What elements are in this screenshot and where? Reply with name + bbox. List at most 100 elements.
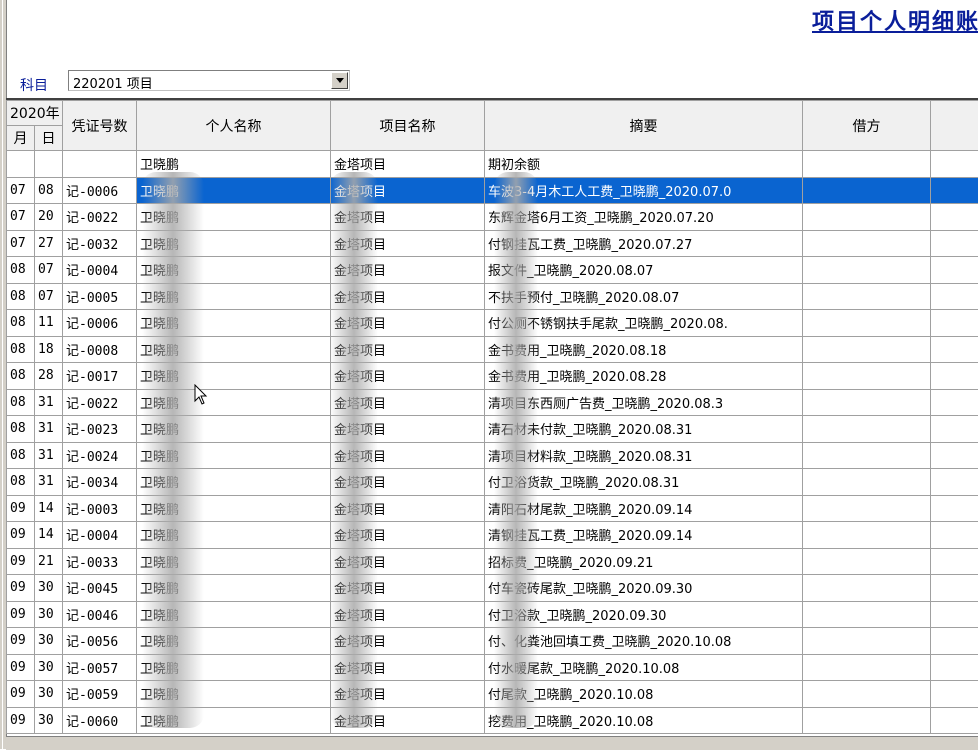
cell-month: 08 [7, 469, 35, 496]
table-row[interactable]: 0708记-0006卫晓鹏金塔项目车波3-4月木工人工费_卫晓鹏_2020.07… [7, 177, 978, 204]
table-row[interactable]: 0930记-0056卫晓鹏金塔项目付、化粪池回填工费_卫晓鹏_2020.10.0… [7, 628, 978, 655]
cell-project: 金塔项目 [331, 283, 485, 310]
cell-summary: 金书费用_卫晓鹏_2020.08.28 [485, 363, 803, 390]
subject-select[interactable]: 220201 项目 [68, 70, 350, 91]
cell-month: 09 [7, 707, 35, 734]
cell-month: 09 [7, 495, 35, 522]
cell-next [931, 416, 978, 443]
cell-next [931, 442, 978, 469]
cell-day: 11 [35, 310, 63, 337]
column-header-month[interactable]: 月 [7, 126, 35, 151]
cell-month: 08 [7, 257, 35, 284]
table-row[interactable]: 0831记-0034卫晓鹏金塔项目付卫浴货款_卫晓鹏_2020.08.31 [7, 469, 978, 496]
cell-month: 07 [7, 204, 35, 231]
cell-project: 金塔项目 [331, 336, 485, 363]
cell-day: 07 [35, 283, 63, 310]
column-header-next[interactable] [931, 101, 978, 151]
table-row[interactable]: 0818记-0008卫晓鹏金塔项目金书费用_卫晓鹏_2020.08.18 [7, 336, 978, 363]
cell-month: 09 [7, 601, 35, 628]
cell-voucher: 记-0008 [63, 336, 137, 363]
table-row[interactable]: 0831记-0022卫晓鹏金塔项目清项目东西厕广告费_卫晓鹏_2020.08.3 [7, 389, 978, 416]
table-row[interactable]: 0930记-0059卫晓鹏金塔项目付尾款_卫晓鹏_2020.10.08 [7, 681, 978, 708]
cell-next [931, 257, 978, 284]
cell-summary: 付、化粪池回填工费_卫晓鹏_2020.10.08 [485, 628, 803, 655]
cell-next [931, 177, 978, 204]
cell-next [931, 522, 978, 549]
cell-person: 卫晓鹏 [137, 575, 331, 602]
table-row[interactable]: 0811记-0006卫晓鹏金塔项目付公厕不锈钢扶手尾款_卫晓鹏_2020.08. [7, 310, 978, 337]
ledger-grid[interactable]: 2020年 凭证号数 个人名称 项目名称 摘要 借方 月 日 卫晓鹏 金塔项目 … [6, 98, 978, 738]
table-row[interactable]: 0930记-0057卫晓鹏金塔项目付水暖尾款_卫晓鹏_2020.10.08 [7, 654, 978, 681]
ledger-table: 2020年 凭证号数 个人名称 项目名称 摘要 借方 月 日 卫晓鹏 金塔项目 … [6, 100, 978, 734]
table-row[interactable]: 0930记-0046卫晓鹏金塔项目付卫浴款_卫晓鹏_2020.09.30 [7, 601, 978, 628]
table-row[interactable]: 0807记-0005卫晓鹏金塔项目不扶手预付_卫晓鹏_2020.08.07 [7, 283, 978, 310]
column-header-project[interactable]: 项目名称 [331, 101, 485, 151]
cell-voucher: 记-0024 [63, 442, 137, 469]
table-row[interactable]: 0930记-0060卫晓鹏金塔项目挖费用_卫晓鹏_2020.10.08 [7, 707, 978, 734]
cell-person: 卫晓鹏 [137, 548, 331, 575]
column-header-debit[interactable]: 借方 [803, 101, 931, 151]
column-header-voucher[interactable]: 凭证号数 [63, 101, 137, 151]
cell-person: 卫晓鹏 [137, 654, 331, 681]
table-row[interactable]: 0828记-0017卫晓鹏金塔项目金书费用_卫晓鹏_2020.08.28 [7, 363, 978, 390]
opening-summary: 期初余额 [485, 151, 803, 178]
cell-debit [803, 257, 931, 284]
cell-voucher: 记-0004 [63, 257, 137, 284]
table-row[interactable]: 0831记-0023卫晓鹏金塔项目清石材未付款_卫晓鹏_2020.08.31 [7, 416, 978, 443]
cell-person: 卫晓鹏 [137, 681, 331, 708]
cell-voucher: 记-0006 [63, 310, 137, 337]
cell-debit [803, 283, 931, 310]
cell-project: 金塔项目 [331, 204, 485, 231]
table-row[interactable]: 0914记-0003卫晓鹏金塔项目清阳石材尾款_卫晓鹏_2020.09.14 [7, 495, 978, 522]
table-row[interactable]: 0914记-0004卫晓鹏金塔项目清钢挂瓦工费_卫晓鹏_2020.09.14 [7, 522, 978, 549]
column-header-person[interactable]: 个人名称 [137, 101, 331, 151]
cell-summary: 车波3-4月木工人工费_卫晓鹏_2020.07.0 [485, 177, 803, 204]
table-row[interactable]: 0720记-0022卫晓鹏金塔项目东辉金塔6月工资_卫晓鹏_2020.07.20 [7, 204, 978, 231]
cell-next [931, 230, 978, 257]
cell-month: 08 [7, 310, 35, 337]
table-row[interactable]: 0930记-0045卫晓鹏金塔项目付车瓷砖尾款_卫晓鹏_2020.09.30 [7, 575, 978, 602]
dropdown-arrow-icon[interactable] [331, 72, 348, 89]
cell-summary: 金书费用_卫晓鹏_2020.08.18 [485, 336, 803, 363]
cell-project: 金塔项目 [331, 654, 485, 681]
table-row[interactable]: 0921记-0033卫晓鹏金塔项目招标费_卫晓鹏_2020.09.21 [7, 548, 978, 575]
cell-voucher: 记-0032 [63, 230, 137, 257]
cell-debit [803, 442, 931, 469]
cell-month: 09 [7, 654, 35, 681]
cell-next [931, 707, 978, 734]
cell-month: 08 [7, 416, 35, 443]
cell-next [931, 283, 978, 310]
cell-day: 21 [35, 548, 63, 575]
mouse-cursor-icon [194, 384, 208, 406]
cell-next [931, 310, 978, 337]
cell-project: 金塔项目 [331, 681, 485, 708]
cell-person: 卫晓鹏 [137, 495, 331, 522]
cell-person: 卫晓鹏 [137, 257, 331, 284]
cell-next [931, 601, 978, 628]
table-row[interactable]: 0727记-0032卫晓鹏金塔项目付钢挂瓦工费_卫晓鹏_2020.07.27 [7, 230, 978, 257]
cell-person: 卫晓鹏 [137, 442, 331, 469]
cell-person: 卫晓鹏 [137, 177, 331, 204]
table-row[interactable]: 0831记-0024卫晓鹏金塔项目清项目材料款_卫晓鹏_2020.08.31 [7, 442, 978, 469]
cell-summary: 付卫浴货款_卫晓鹏_2020.08.31 [485, 469, 803, 496]
cell-debit [803, 204, 931, 231]
cell-day: 14 [35, 495, 63, 522]
opening-row[interactable]: 卫晓鹏 金塔项目 期初余额 [7, 151, 978, 178]
cell-summary: 清阳石材尾款_卫晓鹏_2020.09.14 [485, 495, 803, 522]
cell-debit [803, 416, 931, 443]
cell-day: 31 [35, 442, 63, 469]
cell-person: 卫晓鹏 [137, 522, 331, 549]
column-header-summary[interactable]: 摘要 [485, 101, 803, 151]
horizontal-scrollbar[interactable] [6, 736, 978, 750]
cell-next [931, 575, 978, 602]
cell-summary: 付卫浴款_卫晓鹏_2020.09.30 [485, 601, 803, 628]
cell-next [931, 469, 978, 496]
table-row[interactable]: 0807记-0004卫晓鹏金塔项目报文件_卫晓鹏_2020.08.07 [7, 257, 978, 284]
cell-debit [803, 177, 931, 204]
column-header-day[interactable]: 日 [35, 126, 63, 151]
cell-month: 08 [7, 389, 35, 416]
cell-voucher: 记-0033 [63, 548, 137, 575]
cell-day: 30 [35, 681, 63, 708]
cell-project: 金塔项目 [331, 575, 485, 602]
cell-next [931, 204, 978, 231]
